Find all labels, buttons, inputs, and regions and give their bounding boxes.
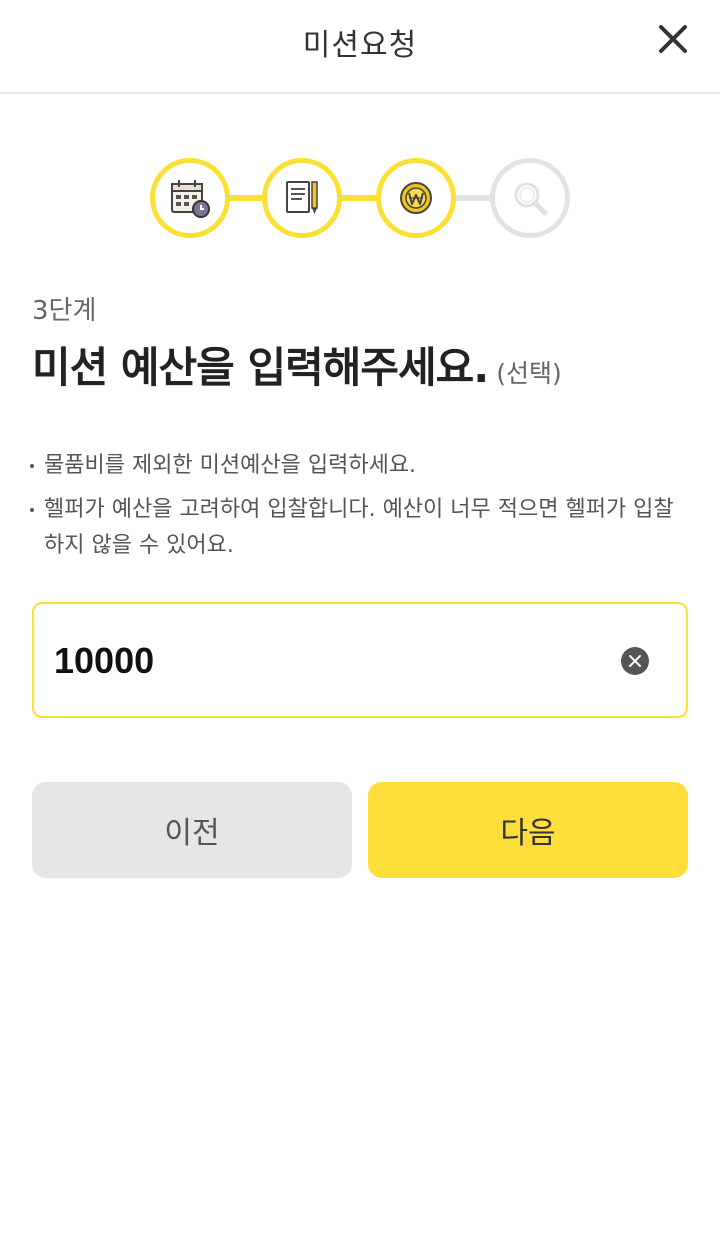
step-number-label: 3단계 — [32, 296, 97, 326]
page-title: 미션요청 — [302, 28, 418, 63]
budget-input-box — [32, 602, 688, 718]
headline: 미션 예산을 입력해주세요. (선택) — [32, 334, 562, 395]
progress-stepper — [150, 158, 570, 240]
won-coin-icon — [400, 182, 432, 214]
step-details — [262, 158, 342, 238]
guide-note: 물품비를 제외한 미션예산을 입력하세요. — [28, 448, 688, 484]
guide-notes: 물품비를 제외한 미션예산을 입력하세요. 헬퍼가 예산을 고려하여 입찰합니다… — [28, 448, 688, 572]
prev-button[interactable]: 이전 — [32, 782, 352, 878]
document-pencil-icon — [286, 181, 318, 214]
budget-input[interactable] — [54, 632, 614, 690]
magnifier-icon — [514, 182, 548, 216]
step-budget — [376, 158, 456, 238]
guide-note: 헬퍼가 예산을 고려하여 입찰합니다. 예산이 너무 적으면 헬퍼가 입찰하지 … — [28, 492, 688, 564]
close-button[interactable] — [656, 22, 690, 56]
next-button[interactable]: 다음 — [368, 782, 688, 878]
close-icon — [659, 25, 687, 53]
step-search — [490, 158, 570, 238]
step-schedule — [150, 158, 230, 238]
step-connector — [228, 195, 264, 201]
step-connector — [452, 195, 490, 201]
step-connector — [340, 195, 376, 201]
clear-input-button[interactable] — [620, 646, 650, 676]
calendar-clock-icon — [171, 180, 210, 218]
optional-label: (선택) — [496, 359, 562, 388]
header: 미션요청 — [0, 0, 720, 94]
clear-circle-icon — [621, 647, 649, 675]
headline-text: 미션 예산을 입력해주세요. — [32, 343, 489, 392]
